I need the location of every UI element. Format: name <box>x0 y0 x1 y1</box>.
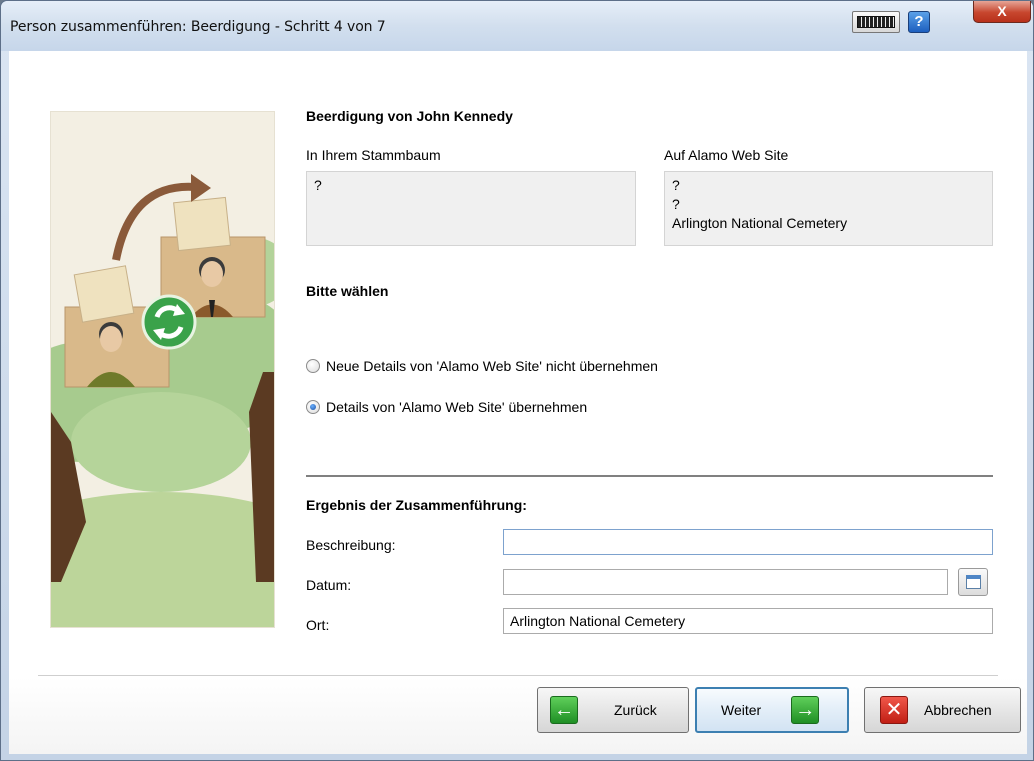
source-values-box: ? ? Arlington National Cemetery <box>664 171 993 246</box>
next-button-label: Weiter <box>721 702 762 718</box>
back-button-label: Zurück <box>614 702 657 718</box>
back-button[interactable]: ← Zurück <box>537 687 689 733</box>
source-value-line: Arlington National Cemetery <box>672 215 848 231</box>
choose-heading: Bitte wählen <box>306 283 389 299</box>
source-column-label: Auf Alamo Web Site <box>664 147 789 163</box>
merge-illustration <box>50 111 275 628</box>
tree-column-label: In Ihrem Stammbaum <box>306 147 441 163</box>
section-divider <box>306 475 993 477</box>
radio-button-selected[interactable] <box>306 400 320 414</box>
footer-divider <box>38 675 998 676</box>
close-button[interactable]: X <box>973 1 1031 23</box>
title-bar[interactable]: Person zusammenführen: Beerdigung - Schr… <box>1 1 1033 51</box>
date-label: Datum: <box>306 577 352 593</box>
radio-button[interactable] <box>306 359 320 373</box>
button-bar: ← Zurück Weiter → ✕ Abbrechen <box>9 677 1027 754</box>
window-title: Person zusammenführen: Beerdigung - Schr… <box>10 19 386 35</box>
source-value-line: ? <box>672 177 680 193</box>
place-label: Ort: <box>306 617 330 633</box>
calendar-button[interactable] <box>958 568 988 596</box>
description-input[interactable] <box>503 529 993 555</box>
cancel-button[interactable]: ✕ Abbrechen <box>864 687 1021 733</box>
keyboard-icon[interactable] <box>852 11 900 33</box>
dialog-content: Beerdigung von John Kennedy In Ihrem Sta… <box>9 51 1027 754</box>
next-button[interactable]: Weiter → <box>695 687 849 733</box>
place-input[interactable] <box>503 608 993 634</box>
option-label: Details von 'Alamo Web Site' übernehmen <box>326 399 588 415</box>
result-heading: Ergebnis der Zusammenführung: <box>306 497 527 513</box>
tree-values-box: ? <box>306 171 636 246</box>
arrow-right-icon: → <box>791 696 820 724</box>
option-take-new[interactable]: Details von 'Alamo Web Site' übernehmen <box>306 399 587 415</box>
date-input[interactable] <box>503 569 948 595</box>
event-heading: Beerdigung von John Kennedy <box>306 108 513 124</box>
arrow-left-icon: ← <box>550 696 578 724</box>
help-button[interactable]: ? <box>908 11 930 33</box>
cancel-x-icon: ✕ <box>880 696 908 724</box>
calendar-icon <box>966 575 981 589</box>
cancel-button-label: Abbrechen <box>924 702 992 718</box>
tree-value-line: ? <box>314 177 322 193</box>
dialog-window: Person zusammenführen: Beerdigung - Schr… <box>0 0 1034 761</box>
option-label: Neue Details von 'Alamo Web Site' nicht … <box>326 358 658 374</box>
option-keep-existing[interactable]: Neue Details von 'Alamo Web Site' nicht … <box>306 358 658 374</box>
description-label: Beschreibung: <box>306 537 396 553</box>
source-value-line: ? <box>672 196 680 212</box>
